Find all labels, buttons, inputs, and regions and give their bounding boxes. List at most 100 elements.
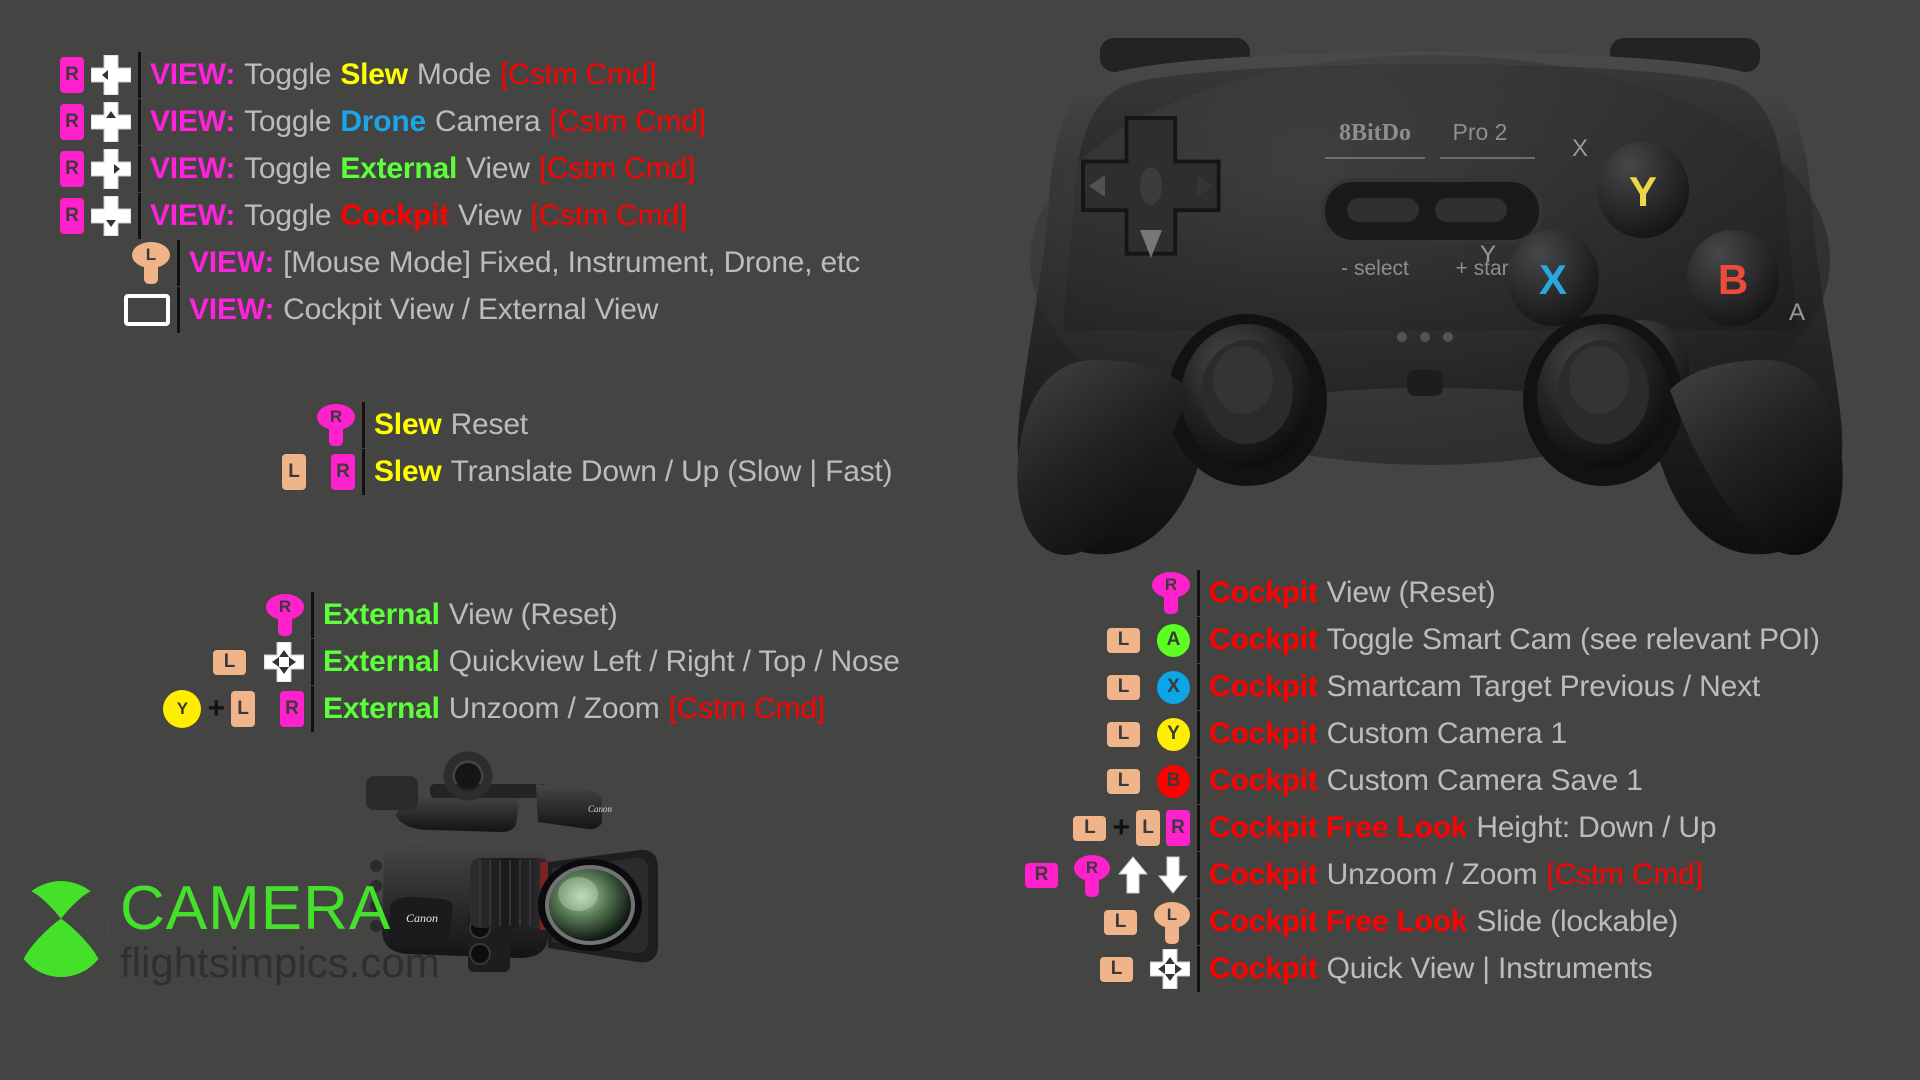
l-shoulder-icon[interactable]: L — [1107, 674, 1140, 700]
r-shoulder-icon[interactable]: R — [1025, 862, 1058, 888]
dpad-down-icon[interactable] — [91, 196, 131, 236]
l-shoulder-icon[interactable]: L — [1100, 956, 1133, 982]
arrow-down-icon — [1156, 855, 1190, 895]
r-trigger-icon[interactable]: R — [1166, 810, 1190, 846]
l-trigger-icon[interactable]: L — [1136, 810, 1160, 846]
view-row-2[interactable]: R VIEW: Toggle Drone Camera [Cstm Cmd] — [60, 99, 706, 145]
controller-left-stick — [1167, 314, 1327, 486]
left-stick-icon[interactable]: L — [132, 242, 170, 284]
r-trigger-icon[interactable]: R — [331, 454, 355, 490]
r-trigger-icon[interactable]: R — [60, 57, 84, 93]
dpad-left-icon[interactable] — [91, 55, 131, 95]
text-part: View (Reset) — [1326, 576, 1496, 609]
text-part: Custom Camera Save 1 — [1326, 764, 1643, 797]
text-part: [Cstm Cmd] — [530, 199, 688, 232]
l-shoulder-icon[interactable]: L — [1107, 627, 1140, 653]
external-row-1-icons: R — [60, 592, 304, 638]
cockpit-row-2-text: Cockpit Toggle Smart Cam (see relevant P… — [1209, 625, 1820, 655]
cockpit-row-5[interactable]: L B Cockpit Custom Camera Save 1 — [1000, 758, 1643, 804]
l-shoulder-icon[interactable]: L — [1104, 909, 1137, 935]
row-divider — [311, 592, 314, 638]
cockpit-row-4-text: Cockpit Custom Camera 1 — [1209, 719, 1567, 749]
right-stick-label: R — [278, 597, 292, 616]
r-trigger-icon[interactable]: R — [280, 691, 304, 727]
branding-block: CAMERA flightsimpics.com — [10, 878, 440, 986]
view-row-1[interactable]: R VIEW: Toggle Slew Mode [Cstm Cmd] — [60, 52, 657, 98]
plus-separator: + — [207, 692, 225, 725]
text-part: Quickview Left / Right / Top / Nose — [448, 645, 900, 678]
right-stick-icon[interactable]: R — [1074, 855, 1110, 897]
r-trigger-icon[interactable]: R — [60, 104, 84, 140]
a-face-button-icon[interactable]: A — [1157, 623, 1190, 657]
view-row-4-icons: R — [60, 193, 131, 239]
cockpit-row-1-icons: R — [1000, 570, 1190, 616]
text-part: Toggle — [244, 199, 332, 232]
controller-face-x-secondary: Y — [1480, 241, 1496, 268]
cockpit-row-3[interactable]: L X Cockpit Smartcam Target Previous / N… — [1000, 664, 1760, 710]
r-trigger-icon[interactable]: R — [60, 151, 84, 187]
row-divider — [1197, 664, 1200, 710]
l-trigger-icon[interactable]: L — [231, 691, 255, 727]
right-stick-icon[interactable]: R — [317, 404, 355, 446]
cockpit-row-8[interactable]: L L Cockpit Free Look Slide (lockable) — [1000, 899, 1678, 945]
cockpit-row-6[interactable]: L + L R Cockpit Free Look Height: Down /… — [1000, 805, 1717, 851]
y-face-button-icon[interactable]: Y — [1157, 717, 1190, 751]
left-stick-label: L — [1166, 905, 1178, 924]
text-part: External — [340, 152, 458, 185]
l-shoulder-icon[interactable]: L — [1107, 768, 1140, 794]
dpad-right-icon[interactable] — [91, 149, 131, 189]
cockpit-row-9-text: Cockpit Quick View | Instruments — [1209, 954, 1653, 984]
view-row-3[interactable]: R VIEW: Toggle External View [Cstm Cmd] — [60, 146, 695, 192]
arrow-up-icon — [1116, 855, 1150, 895]
y-face-button-icon[interactable]: Y — [163, 690, 202, 728]
dpad-all-icon[interactable] — [1150, 949, 1190, 989]
text-part: [Cstm Cmd] — [500, 58, 657, 91]
view-row-5[interactable]: L VIEW: [Mouse Mode] Fixed, Instrument, … — [60, 240, 860, 286]
l-shoulder-icon[interactable]: L — [213, 649, 246, 675]
cockpit-row-2[interactable]: L A Cockpit Toggle Smart Cam (see releva… — [1000, 617, 1820, 663]
controller-face-b: B — [1718, 256, 1748, 303]
left-stick-label: L — [145, 245, 157, 264]
dpad-up-icon[interactable] — [91, 102, 131, 142]
text-part: Cockpit Free Look — [1209, 811, 1468, 844]
left-stick-icon[interactable]: L — [1154, 902, 1190, 944]
l-shoulder-icon[interactable]: L — [1073, 815, 1107, 841]
slew-row-2[interactable]: L R Slew Translate Down / Up (Slow | Fas… — [255, 449, 893, 495]
x-face-button-icon[interactable]: X — [1157, 670, 1190, 704]
view-prefix: VIEW: — [189, 246, 275, 279]
external-row-1[interactable]: R External View (Reset) — [60, 592, 618, 638]
text-part: Quick View | Instruments — [1326, 952, 1653, 985]
l-trigger-icon[interactable]: L — [282, 454, 306, 490]
external-row-2[interactable]: L External Quickview Left / Right / Top … — [60, 639, 900, 685]
r-trigger-icon[interactable]: R — [60, 198, 84, 234]
cockpit-row-9[interactable]: L Cockpit Quick View | Instruments — [1000, 946, 1653, 992]
view-prefix: VIEW: — [150, 152, 236, 185]
text-part: Slew — [374, 408, 442, 441]
slew-row-1[interactable]: R Slew Reset — [255, 402, 528, 448]
text-part: [Cstm Cmd] — [549, 105, 707, 138]
dpad-all-icon[interactable] — [264, 642, 304, 682]
b-face-button-icon[interactable]: B — [1157, 764, 1190, 798]
view-row-3-icons: R — [60, 146, 131, 192]
slew-row-1-icons: R — [255, 402, 355, 448]
text-part: View (Reset) — [448, 598, 618, 631]
view-row-4[interactable]: R VIEW: Toggle Cockpit View [Cstm Cmd] — [60, 193, 687, 239]
external-row-2-text: External Quickview Left / Right / Top / … — [323, 647, 900, 677]
text-part: Smartcam Target Previous / Next — [1326, 670, 1761, 703]
row-divider — [1197, 899, 1200, 945]
cockpit-row-7[interactable]: R R Cockpit Unzoom / Zoom [Cstm Cmd] — [1000, 852, 1703, 898]
text-part: External — [323, 598, 440, 631]
text-part: External — [323, 692, 440, 725]
cockpit-row-1[interactable]: R Cockpit View (Reset) — [1000, 570, 1496, 616]
right-stick-icon[interactable]: R — [1152, 572, 1190, 614]
l-shoulder-icon[interactable]: L — [1107, 721, 1140, 747]
text-part: Toggle Smart Cam (see relevant POI) — [1326, 623, 1820, 656]
external-row-3[interactable]: Y + L R External Unzoom / Zoom [Cstm Cmd… — [60, 686, 825, 732]
controller-face-y: Y — [1629, 168, 1657, 215]
cockpit-row-4[interactable]: L Y Cockpit Custom Camera 1 — [1000, 711, 1567, 757]
view-row-4-text: VIEW: Toggle Cockpit View [Cstm Cmd] — [150, 201, 687, 231]
screen-button-icon[interactable] — [124, 294, 170, 326]
right-stick-icon[interactable]: R — [266, 594, 304, 636]
view-row-6[interactable]: VIEW: Cockpit View / External View — [60, 287, 658, 333]
text-part: Cockpit — [1209, 576, 1318, 609]
